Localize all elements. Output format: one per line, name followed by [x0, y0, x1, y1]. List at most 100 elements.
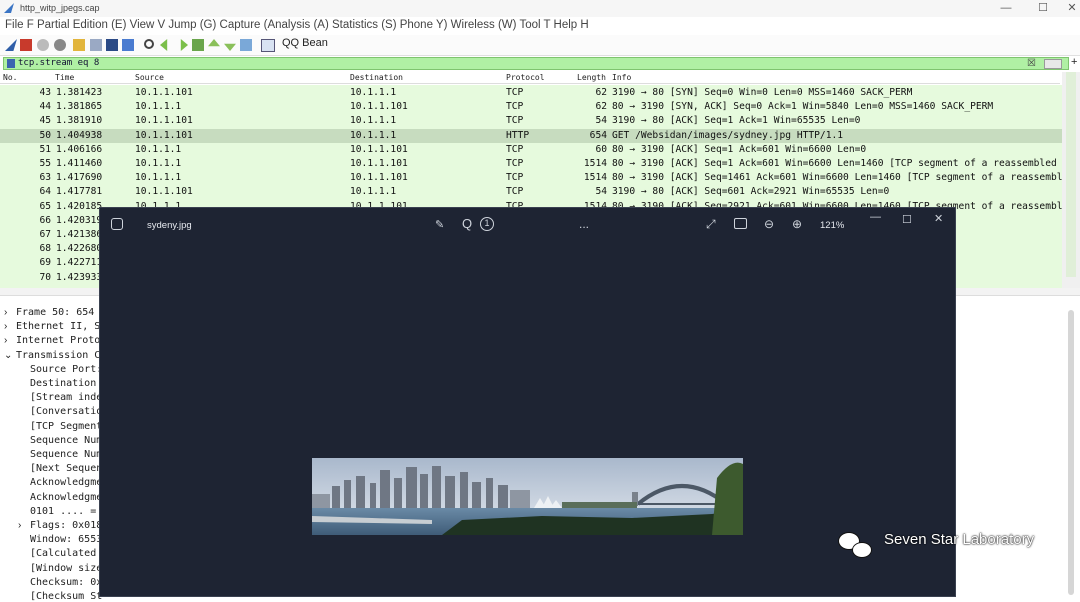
- cell-time: 1.381865: [56, 101, 103, 113]
- minimize-button[interactable]: —: [997, 1, 1015, 15]
- colorize-icon[interactable]: [261, 39, 275, 52]
- col-info[interactable]: Info: [612, 73, 631, 82]
- table-row[interactable]: 43 1.381423 10.1.1.101 10.1.1.1 TCP 62 3190 → …: [0, 86, 1062, 100]
- toolbar-label: QQ Bean: [282, 37, 328, 49]
- info-icon[interactable]: 1: [480, 217, 494, 231]
- table-row[interactable]: 64 1.417781 10.1.1.101 10.1.1.1 TCP 54 3190 → …: [0, 185, 1062, 199]
- go-back-icon[interactable]: [160, 39, 168, 51]
- fit-to-window-icon[interactable]: [734, 218, 747, 229]
- detail-line[interactable]: Sequence Num: [30, 435, 102, 446]
- expand-icon[interactable]: ›: [4, 335, 7, 346]
- detail-line[interactable]: Window: 6553: [30, 534, 102, 545]
- maximize-button[interactable]: ☐: [1034, 1, 1052, 15]
- go-to-packet-icon[interactable]: [192, 39, 204, 51]
- table-row[interactable]: 63 1.417690 10.1.1.1 10.1.1.101 TCP 1514 80 → …: [0, 171, 1062, 185]
- first-packet-icon[interactable]: [208, 39, 220, 47]
- cell-time: 1.404938: [56, 129, 103, 141]
- col-protocol[interactable]: Protocol: [506, 73, 545, 82]
- restart-capture-icon[interactable]: [37, 39, 49, 51]
- cell-time: 1.423933: [56, 271, 103, 283]
- search-icon[interactable]: Q: [462, 216, 472, 231]
- last-packet-icon[interactable]: [224, 43, 236, 51]
- apply-filter-button[interactable]: [1044, 59, 1062, 69]
- table-row[interactable]: 45 1.381910 10.1.1.101 10.1.1.1 TCP 54 3190 → …: [0, 114, 1062, 128]
- cell-no: 65: [39, 200, 51, 212]
- table-row[interactable]: 44 1.381865 10.1.1.1 10.1.1.101 TCP 62 80 → 31…: [0, 100, 1062, 114]
- zoom-in-icon[interactable]: ⊕: [792, 217, 802, 231]
- detail-line[interactable]: Destination: [30, 378, 96, 389]
- detail-line[interactable]: Source Port:: [30, 364, 102, 375]
- viewer-close-button[interactable]: ✕: [934, 212, 943, 225]
- detail-line[interactable]: [Calculated: [30, 548, 96, 559]
- cell-len: 60: [595, 143, 607, 155]
- detail-line[interactable]: [Window size: [30, 563, 102, 574]
- detail-line[interactable]: Sequence Num: [30, 449, 102, 460]
- expand-icon[interactable]: ⤢: [706, 217, 716, 232]
- table-row[interactable]: 55 1.411460 10.1.1.1 10.1.1.101 TCP 1514 80 → …: [0, 157, 1062, 171]
- detail-line[interactable]: Internet Protoc: [16, 335, 106, 346]
- detail-line[interactable]: [TCP Segment: [30, 421, 102, 432]
- cell-info: 80 → 3190 [ACK] Seq=1 Ack=601 Win=6600 L…: [612, 158, 1062, 169]
- cell-info: 80 → 3190 [ACK] Seq=1461 Ack=601 Win=660…: [612, 172, 1062, 184]
- display-filter-input[interactable]: tcp.stream eq 8 ☒: [3, 57, 1069, 70]
- cell-no: 51: [39, 143, 51, 155]
- detail-line[interactable]: Transmission Co: [16, 350, 106, 361]
- detail-line[interactable]: [Conversatio: [30, 406, 102, 417]
- close-file-icon[interactable]: [106, 39, 118, 51]
- menu-items[interactable]: File F Partial Edition (E) View V Jump (…: [5, 19, 589, 31]
- detail-line[interactable]: [Next Sequen: [30, 463, 102, 474]
- clear-filter-icon[interactable]: ☒: [1027, 58, 1036, 69]
- col-destination[interactable]: Destination: [350, 73, 403, 82]
- zoom-out-icon[interactable]: ⊖: [764, 217, 774, 231]
- bookmark-icon[interactable]: [7, 59, 15, 68]
- window-title: http_witp_jpegs.cap: [20, 3, 100, 13]
- viewer-minimize-button[interactable]: —: [870, 211, 881, 223]
- detail-line[interactable]: Ethernet II, Sr: [16, 321, 106, 332]
- cell-dst: 10.1.1.101: [350, 143, 408, 155]
- detail-line[interactable]: [Stream inde: [30, 392, 102, 403]
- table-row[interactable]: 51 1.406166 10.1.1.1 10.1.1.101 TCP 60 80 → 31…: [0, 143, 1062, 157]
- edit-image-icon[interactable]: ✎: [435, 218, 444, 231]
- packet-list-scrollbar[interactable]: [1062, 72, 1080, 288]
- main-toolbar: QQ Bean: [0, 35, 1080, 56]
- save-file-icon[interactable]: [90, 39, 102, 51]
- expand-icon[interactable]: ›: [18, 520, 21, 531]
- go-forward-icon[interactable]: [180, 39, 188, 51]
- col-length[interactable]: Length: [577, 73, 606, 82]
- cell-dst: 10.1.1.1: [350, 129, 397, 141]
- cell-proto: TCP: [506, 87, 524, 98]
- open-file-icon[interactable]: [73, 39, 85, 51]
- reload-file-icon[interactable]: [122, 39, 134, 51]
- stop-capture-icon[interactable]: [20, 39, 32, 51]
- cell-dst: 10.1.1.1: [350, 115, 397, 127]
- capture-options-icon[interactable]: [54, 39, 66, 51]
- detail-line[interactable]: Acknowledgme: [30, 492, 102, 503]
- cell-time: 1.381423: [56, 87, 103, 98]
- detail-line[interactable]: Acknowledgme: [30, 477, 102, 488]
- cell-time: 1.417781: [56, 186, 103, 198]
- cell-no: 44: [39, 101, 51, 113]
- collapse-icon[interactable]: ⌄: [4, 350, 12, 361]
- expand-icon[interactable]: ›: [4, 321, 7, 332]
- find-packet-icon[interactable]: [144, 39, 154, 49]
- detail-line[interactable]: Checksum: 0x: [30, 577, 102, 588]
- col-time[interactable]: Time: [55, 73, 74, 82]
- viewer-maximize-button[interactable]: ☐: [902, 213, 912, 226]
- table-row[interactable]: 50 1.404938 10.1.1.101 10.1.1.1 HTTP 654 GET /…: [0, 128, 1062, 143]
- add-filter-button[interactable]: +: [1071, 56, 1077, 68]
- menu-bar: File F Partial Edition (E) View V Jump (…: [0, 17, 1080, 35]
- cell-dst: 10.1.1.101: [350, 101, 408, 113]
- col-no[interactable]: No.: [3, 73, 17, 82]
- autoscroll-icon[interactable]: [240, 39, 252, 51]
- col-source[interactable]: Source: [135, 73, 164, 82]
- detail-line[interactable]: Flags: 0x018: [30, 520, 102, 531]
- close-button[interactable]: ✕: [1063, 1, 1080, 15]
- cell-time: 1.420185: [56, 200, 103, 212]
- more-options-button[interactable]: ...: [579, 217, 589, 231]
- cell-time: 1.422711: [56, 257, 103, 269]
- detail-line[interactable]: Frame 50: 654 b: [16, 307, 106, 318]
- detail-line[interactable]: 0101 .... =: [30, 506, 96, 517]
- start-capture-icon[interactable]: [5, 39, 17, 51]
- cell-proto: TCP: [506, 143, 524, 155]
- expand-icon[interactable]: ›: [4, 307, 7, 318]
